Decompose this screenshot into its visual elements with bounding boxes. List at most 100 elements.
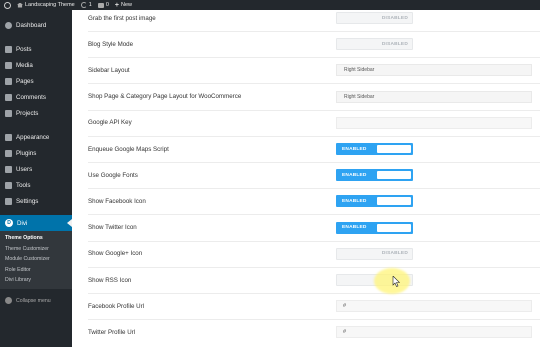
row-divider (88, 266, 540, 268)
dashboard-icon (5, 21, 12, 29)
sidebar-item-comments[interactable]: Comments (0, 89, 72, 105)
show-facebook-icon-toggle[interactable]: ENABLED (336, 195, 413, 208)
wordpress-icon (4, 1, 11, 9)
site-name-link[interactable]: Landscaping Theme (17, 2, 75, 8)
toggle-state-text: DISABLED (381, 251, 408, 257)
sidebar-item-users[interactable]: Users (0, 161, 72, 177)
sidebar-item-label: Posts (16, 45, 32, 53)
twitter-profile-url-input[interactable]: # (336, 326, 532, 339)
submenu-divi-library[interactable]: Divi Library (0, 275, 72, 286)
sidebar-item-label: Dashboard (16, 21, 47, 29)
use-google-fonts-toggle[interactable]: ENABLED (336, 169, 413, 182)
toggle-knob (377, 223, 411, 232)
sidebar-item-label: Tools (16, 181, 31, 189)
sidebar-item-label: Plugins (16, 149, 37, 157)
show-twitter-icon-toggle[interactable]: ENABLED (336, 221, 413, 234)
toggle-state-text: ENABLED (342, 225, 367, 231)
pages-icon (5, 77, 12, 85)
sidebar-item-pages[interactable]: Pages (0, 73, 72, 89)
option-row-grab-the-first-post-image: Grab the first post image DISABLED (72, 8, 540, 28)
sidebar-layout-select[interactable]: Right Sidebar (336, 64, 532, 77)
submenu-theme-options[interactable]: Theme Options (0, 233, 72, 244)
sidebar-item-label: Users (16, 165, 33, 173)
sidebar-item-projects[interactable]: Projects (0, 105, 72, 121)
row-divider (88, 57, 540, 59)
submenu-module-customizer[interactable]: Module Customizer (0, 254, 72, 265)
media-icon (5, 61, 12, 69)
sidebar-item-label: Projects (16, 109, 39, 117)
toggle-state-text: ENABLED (342, 198, 367, 204)
option-label: Show RSS Icon (88, 276, 132, 284)
option-row-shop-page-category-page-layout-for-woocommerce: Shop Page & Category Page Layout for Woo… (72, 87, 540, 107)
plugin-icon (5, 149, 12, 157)
collapse-menu-button[interactable]: Collapse menu (0, 295, 72, 307)
users-icon (5, 165, 12, 173)
collapse-label: Collapse menu (16, 297, 51, 304)
submenu-theme-customizer[interactable]: Theme Customizer (0, 244, 72, 255)
option-label: Blog Style Mode (88, 40, 134, 48)
toggle-state-text: ENABLED (342, 146, 367, 152)
sidebar-item-divi[interactable]: D Divi (0, 215, 72, 231)
sidebar-item-settings[interactable]: Settings (0, 193, 72, 209)
option-row-show-google-icon: Show Google+ Icon DISABLED (72, 244, 540, 264)
option-label: Twitter Profile Url (88, 328, 136, 336)
home-icon (17, 2, 23, 8)
sidebar-item-posts[interactable]: Posts (0, 41, 72, 57)
sidebar-item-tools[interactable]: Tools (0, 177, 72, 193)
row-divider (88, 240, 540, 242)
option-label: Enqueue Google Maps Script (88, 145, 169, 153)
blog-style-mode-toggle[interactable]: DISABLED (336, 38, 413, 51)
row-divider (88, 214, 540, 216)
grab-the-first-post-image-toggle[interactable]: DISABLED (336, 12, 413, 24)
option-label: Show Facebook Icon (88, 197, 146, 205)
site-name: Landscaping Theme (25, 2, 75, 8)
pin-icon (5, 45, 12, 53)
sidebar-item-dashboard[interactable]: Dashboard (0, 17, 72, 33)
admin-sidebar: Dashboard Posts Media Pages Comments Pro… (0, 10, 72, 347)
option-row-google-api-key: Google API Key (72, 113, 540, 133)
sidebar-item-label: Settings (16, 197, 39, 205)
comment-icon (5, 93, 12, 101)
enqueue-google-maps-script-toggle[interactable]: ENABLED (336, 143, 413, 155)
facebook-profile-url-input[interactable]: # (336, 300, 532, 313)
collapse-icon (5, 297, 12, 304)
google-api-key-input[interactable] (336, 116, 532, 129)
sidebar-item-plugins[interactable]: Plugins (0, 145, 72, 161)
show-google-icon-toggle[interactable]: DISABLED (336, 247, 413, 260)
option-label: Facebook Profile Url (88, 302, 145, 310)
sidebar-item-label: Comments (16, 93, 46, 101)
divi-submenu: Theme Options Theme Customizer Module Cu… (0, 231, 72, 289)
option-row-facebook-profile-url: Facebook Profile Url # (72, 296, 540, 316)
option-row-blog-style-mode: Blog Style Mode DISABLED (72, 34, 540, 54)
sidebar-item-label: Divi (17, 219, 28, 227)
wordpress-logo-link[interactable] (4, 1, 11, 9)
sidebar-item-appearance[interactable]: Appearance (0, 129, 72, 145)
toggle-state-text: DISABLED (381, 41, 408, 47)
option-label: Shop Page & Category Page Layout for Woo… (88, 93, 242, 101)
option-label: Grab the first post image (88, 14, 156, 22)
option-row-use-google-fonts: Use Google Fonts ENABLED (72, 165, 540, 185)
toggle-state-text: ENABLED (342, 172, 367, 178)
toggle-knob (377, 145, 411, 153)
option-row-show-facebook-icon: Show Facebook Icon ENABLED (72, 191, 540, 211)
sidebar-item-media[interactable]: Media (0, 57, 72, 73)
shop-page-category-page-layout-for-woocommerce-select[interactable]: Right Sidebar (336, 90, 532, 103)
sidebar-item-label: Appearance (16, 133, 50, 141)
comment-bubble-icon (97, 2, 104, 8)
theme-options-panel: Grab the first post image DISABLED Blog St… (72, 10, 540, 347)
option-row-enqueue-google-maps-script: Enqueue Google Maps Script ENABLED (72, 139, 540, 159)
option-row-show-twitter-icon: Show Twitter Icon ENABLED (72, 218, 540, 238)
option-row-twitter-profile-url: Twitter Profile Url # (72, 322, 540, 342)
settings-icon (5, 197, 12, 205)
sidebar-item-label: Media (16, 61, 33, 69)
row-divider (88, 188, 540, 190)
option-label: Sidebar Layout (88, 66, 130, 74)
sidebar-item-label: Pages (16, 77, 34, 85)
row-divider (88, 293, 540, 294)
toggle-state-text: DISABLED (381, 15, 408, 21)
submenu-role-editor[interactable]: Role Editor (0, 265, 72, 276)
row-divider (88, 109, 540, 111)
wrench-icon (5, 181, 12, 189)
row-divider (88, 319, 540, 321)
row-divider (88, 31, 540, 32)
